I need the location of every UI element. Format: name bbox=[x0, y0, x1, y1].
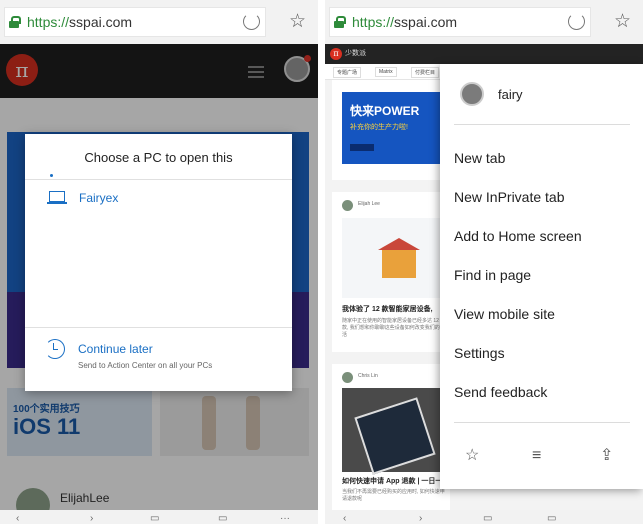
house-illustration bbox=[378, 238, 420, 278]
menu-item-view-mobile-site[interactable]: View mobile site bbox=[454, 306, 555, 322]
article-photo bbox=[342, 388, 446, 472]
article-headline: 如何快速申请 App 退款 | 一日一 bbox=[342, 478, 443, 485]
tab-matrix[interactable]: Matrix bbox=[375, 67, 397, 77]
article-card[interactable]: Elijah Lee 我体验了 12 款智能家居设备, 随家中正在使用的智能家居… bbox=[332, 192, 450, 352]
url-field[interactable]: https://sspai.com bbox=[329, 7, 591, 37]
menu-item-add-to-home-screen[interactable]: Add to Home screen bbox=[454, 228, 582, 244]
tabs-icon[interactable]: ▭ bbox=[218, 514, 227, 524]
divider bbox=[454, 422, 630, 423]
add-to-favorites-icon[interactable]: ☆ bbox=[465, 448, 479, 464]
reading-view-icon[interactable]: ▭ bbox=[483, 514, 492, 524]
refresh-icon[interactable] bbox=[243, 13, 260, 30]
power-banner: 快来POWER 补充你的生产力啦! bbox=[342, 92, 442, 164]
site-brand[interactable]: 少数派 bbox=[345, 48, 366, 58]
forward-icon[interactable]: › bbox=[419, 514, 422, 524]
url-field[interactable]: https://sspai.com bbox=[4, 7, 266, 37]
tabs-icon[interactable]: ▭ bbox=[547, 514, 556, 524]
address-bar: https://sspai.com ☆ bbox=[0, 0, 318, 44]
continue-later-subtitle: Send to Action Center on all your PCs bbox=[78, 361, 213, 370]
menu-item-send-feedback[interactable]: Send feedback bbox=[454, 384, 547, 400]
url-text: https://sspai.com bbox=[27, 14, 133, 30]
menu-item-settings[interactable]: Settings bbox=[454, 345, 505, 361]
bottom-toolbar: ‹ › ▭ ▭ bbox=[325, 510, 643, 524]
article-snippet: 当我们不再需要已经购买的应用时, 如何快速申请退款呢 bbox=[342, 489, 445, 502]
pc-item-fairyex[interactable]: Fairyex bbox=[47, 191, 118, 205]
browser-menu: fairy New tab New InPrivate tab Add to H… bbox=[440, 64, 643, 489]
divider bbox=[25, 327, 292, 328]
author-avatar bbox=[342, 372, 353, 383]
article-card[interactable]: Chris Lin 如何快速申请 App 退款 | 一日一 当我们不再需要已经购… bbox=[332, 364, 450, 510]
lock-icon bbox=[9, 16, 21, 28]
menu-item-new-inprivate-tab[interactable]: New InPrivate tab bbox=[454, 189, 565, 205]
menu-user[interactable]: fairy bbox=[460, 82, 523, 106]
more-icon[interactable]: ··· bbox=[280, 514, 290, 524]
url-text: https://sspai.com bbox=[352, 14, 458, 30]
back-icon[interactable]: ‹ bbox=[16, 514, 19, 524]
continue-later-title: Continue later bbox=[78, 342, 153, 356]
author-name: Chris Lin bbox=[358, 373, 378, 379]
bottom-toolbar: ‹ › ▭ ▭ ··· bbox=[0, 510, 318, 524]
back-icon[interactable]: ‹ bbox=[343, 514, 346, 524]
screen-divider bbox=[318, 0, 325, 524]
menu-item-find-in-page[interactable]: Find in page bbox=[454, 267, 531, 283]
reading-list-icon[interactable]: ≡ bbox=[532, 448, 541, 464]
choose-pc-dialog: Choose a PC to open this Fairyex Continu… bbox=[25, 134, 292, 391]
forward-icon[interactable]: › bbox=[90, 514, 93, 524]
refresh-icon[interactable] bbox=[568, 13, 585, 30]
banner-title: 快来POWER bbox=[350, 104, 420, 118]
pc-name: Fairyex bbox=[79, 191, 119, 205]
tab-paid[interactable]: 付费栏目 bbox=[411, 67, 440, 78]
avatar bbox=[460, 82, 484, 106]
favorites-star-icon[interactable]: ☆ bbox=[614, 12, 631, 31]
divider bbox=[25, 179, 292, 180]
left-screen: https://sspai.com ☆ π 100个实用技巧 iOS 11 El… bbox=[0, 0, 318, 524]
lock-icon bbox=[334, 16, 346, 28]
address-bar: https://sspai.com ☆ bbox=[325, 0, 643, 44]
site-logo[interactable]: π bbox=[330, 48, 342, 60]
banner-card[interactable]: 快来POWER 补充你的生产力啦! bbox=[332, 80, 450, 180]
article-illustration bbox=[342, 218, 446, 298]
divider bbox=[454, 124, 630, 125]
article-snippet: 随家中正在使用的智能家居设备已经多达 12 款, 我们想和你聊聊这些设备如何改变… bbox=[342, 318, 445, 338]
dialog-title: Choose a PC to open this bbox=[84, 150, 233, 165]
article-headline: 我体验了 12 款智能家居设备, bbox=[342, 306, 433, 313]
tab-topics[interactable]: 专题广场 bbox=[333, 67, 362, 78]
author-avatar bbox=[342, 200, 353, 211]
progress-dot bbox=[50, 174, 53, 177]
site-header: π 少数派 bbox=[325, 44, 643, 64]
user-name: fairy bbox=[498, 86, 523, 102]
banner-subtitle: 补充你的生产力啦! bbox=[350, 124, 408, 131]
reading-view-icon[interactable]: ▭ bbox=[150, 514, 159, 524]
laptop-icon bbox=[47, 191, 67, 205]
banner-button bbox=[350, 144, 374, 151]
history-clock-icon bbox=[45, 339, 65, 359]
share-icon[interactable]: ⇪ bbox=[600, 448, 613, 464]
author-name: Elijah Lee bbox=[358, 201, 380, 207]
favorites-star-icon[interactable]: ☆ bbox=[289, 12, 306, 31]
menu-item-new-tab[interactable]: New tab bbox=[454, 150, 505, 166]
